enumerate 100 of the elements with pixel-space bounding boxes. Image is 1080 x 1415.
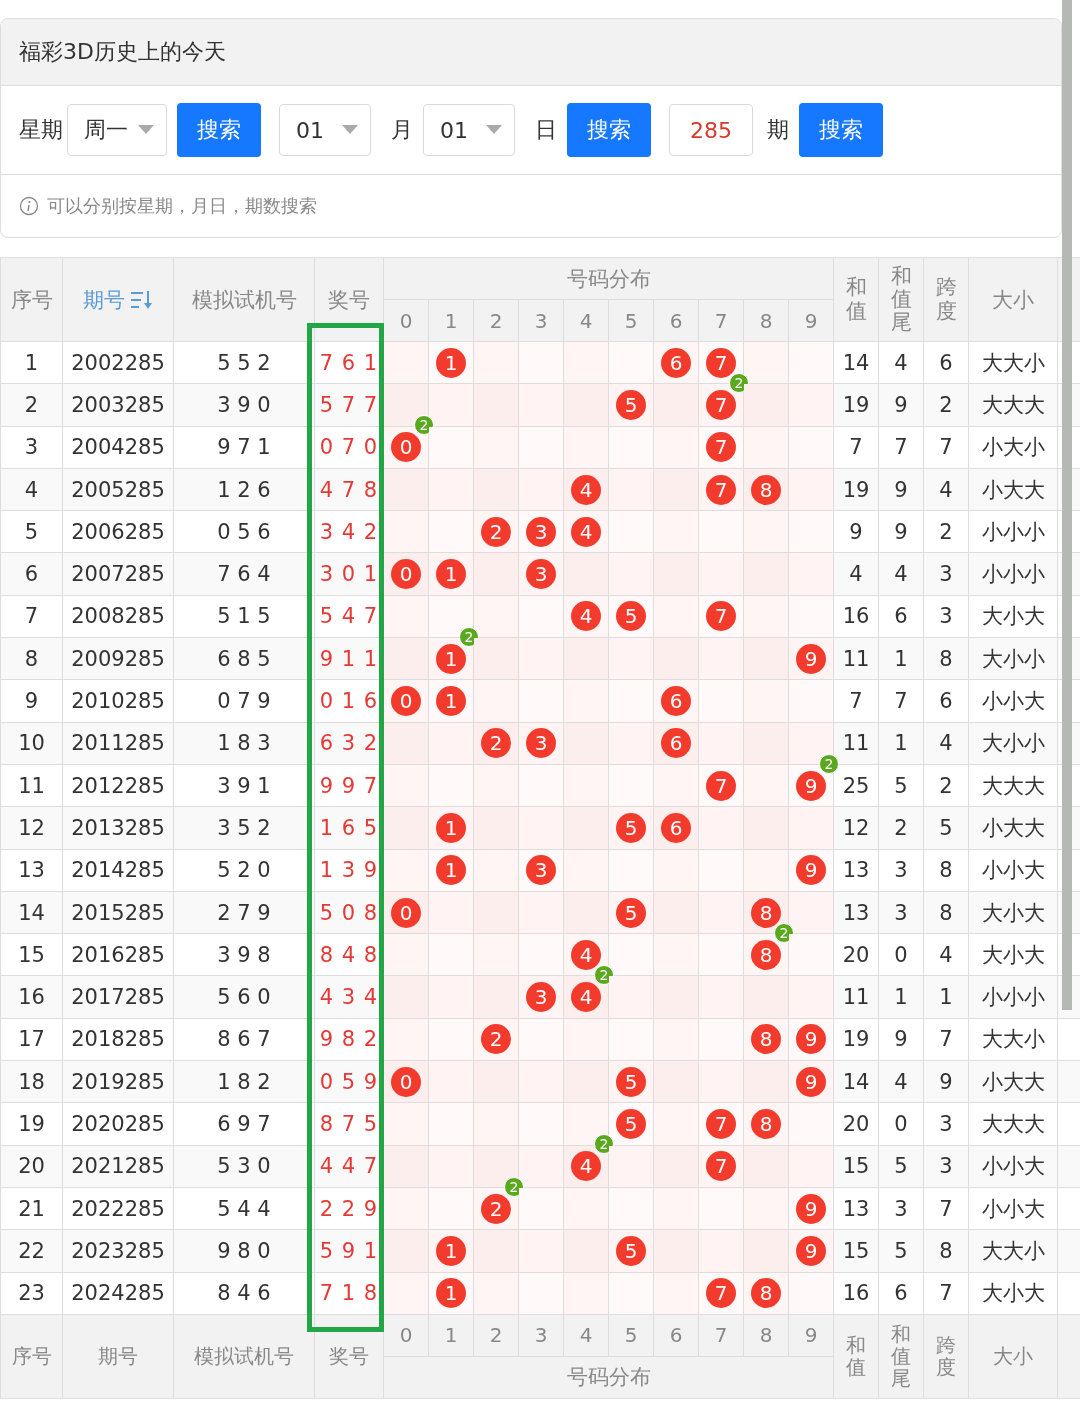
- dropdown-select[interactable]: 周一: [67, 104, 167, 156]
- table-cell: 3: [923, 595, 969, 638]
- table-cell: 小大大: [968, 806, 1058, 850]
- dropdown-select[interactable]: 01: [279, 104, 371, 156]
- field-label: 日: [535, 116, 557, 144]
- table-cell: 9: [0, 679, 63, 723]
- table-cell: 14: [833, 341, 879, 384]
- table-cell: 2010285: [62, 679, 174, 723]
- table-cell: 5 1 5: [173, 595, 315, 638]
- column-header: 3: [518, 299, 564, 342]
- table-cell: 2: [0, 383, 63, 427]
- number-ball: 5: [616, 1109, 646, 1139]
- table-cell: 19: [833, 1018, 879, 1061]
- input-field[interactable]: 285: [669, 104, 753, 156]
- table-cell: 大小大: [968, 891, 1058, 934]
- column-header: 序号: [0, 1314, 63, 1399]
- table-cell: 0 5 6: [173, 510, 315, 553]
- table-cell: 7: [923, 1272, 969, 1315]
- table-cell: 小小大: [968, 849, 1058, 892]
- table-cell: 7: [923, 1187, 969, 1230]
- number-ball: 2: [481, 728, 511, 759]
- table-cell: 9: [878, 1018, 924, 1061]
- column-header: 2: [473, 299, 519, 342]
- column-header: 和值: [833, 257, 879, 342]
- table-cell: 3: [878, 891, 924, 934]
- table-cell: 5: [923, 806, 969, 850]
- column-header: 期号: [62, 1314, 174, 1399]
- table-cell: 2 7 9: [173, 891, 315, 934]
- column-header: 和值尾: [878, 1314, 924, 1399]
- table-cell: 6 9 7: [173, 1102, 315, 1146]
- number-ball: 9: [796, 1235, 826, 1266]
- table-cell: 大小大: [968, 933, 1058, 976]
- dropdown-select[interactable]: 01: [423, 104, 515, 156]
- number-ball: 6: [661, 347, 691, 378]
- search-button[interactable]: 搜索: [567, 103, 651, 157]
- column-header: 跨度: [923, 257, 969, 342]
- column-header: 9: [788, 1314, 834, 1357]
- table-cell: 22: [0, 1229, 63, 1273]
- table-cell: 2023285: [62, 1229, 174, 1273]
- column-header: 和值: [833, 1314, 879, 1399]
- table-cell: 19: [0, 1102, 63, 1146]
- table-cell: 14: [0, 891, 63, 934]
- table-cell: 大小小: [968, 637, 1058, 680]
- number-ball: 1: [436, 1278, 466, 1309]
- column-header[interactable]: 期号: [83, 285, 125, 314]
- table-cell: 6: [923, 679, 969, 723]
- table-cell: 1: [923, 975, 969, 1019]
- table-cell: 7: [833, 426, 879, 469]
- scrollbar[interactable]: [1062, 0, 1072, 1010]
- number-ball: 7: [706, 770, 736, 801]
- number-ball: 1: [436, 347, 466, 378]
- search-button[interactable]: 搜索: [799, 103, 883, 157]
- table-cell: 大小小: [968, 722, 1058, 765]
- table-cell: 9: [833, 510, 879, 553]
- table-cell: 3 9 8: [173, 933, 315, 976]
- table-cell: 8: [923, 891, 969, 934]
- number-ball: 4: [571, 939, 601, 970]
- field-label: 月: [391, 116, 413, 144]
- table-cell: 3 5 2: [173, 806, 315, 850]
- table-cell: 小大小: [968, 426, 1058, 469]
- table-cell: 小大大: [968, 468, 1058, 511]
- number-ball: 6: [661, 728, 691, 759]
- table-cell: 11: [833, 637, 879, 680]
- table-cell: 10: [0, 722, 63, 765]
- table-cell: 4: [923, 468, 969, 511]
- table-cell: 2018285: [62, 1018, 174, 1061]
- table-cell: 5: [0, 510, 63, 553]
- table-cell: 4: [0, 468, 63, 511]
- column-header: 2: [473, 1314, 519, 1357]
- table-cell: 小小大: [968, 679, 1058, 723]
- table-cell: 16: [0, 975, 63, 1019]
- table-cell: 6: [0, 553, 63, 596]
- number-ball: 7: [706, 474, 736, 505]
- table-cell: 13: [833, 1187, 879, 1230]
- table-cell: 2021285: [62, 1145, 174, 1188]
- table-cell: 4: [878, 341, 924, 384]
- table-cell: 2006285: [62, 510, 174, 553]
- table-cell: 12: [833, 806, 879, 850]
- number-ball: 5: [616, 389, 646, 420]
- number-ball: 6: [661, 686, 691, 716]
- table-cell: 9: [923, 1060, 969, 1103]
- number-ball: 3: [526, 516, 556, 547]
- table-cell: 2002285: [62, 341, 174, 384]
- table-cell: 大大大: [968, 764, 1058, 807]
- search-button[interactable]: 搜索: [177, 103, 261, 157]
- table-cell: 19: [833, 468, 879, 511]
- table-cell: 2: [923, 383, 969, 427]
- table-cell: 7 6 4: [173, 553, 315, 596]
- table-cell: 3: [878, 1187, 924, 1230]
- table-cell: 5: [878, 764, 924, 807]
- table-cell: 13: [0, 849, 63, 892]
- table-cell: 25: [833, 764, 879, 807]
- column-header: 6: [653, 1314, 699, 1357]
- table-cell: 20: [833, 1102, 879, 1146]
- table-cell: 8: [923, 849, 969, 892]
- number-ball: 2: [481, 1024, 511, 1055]
- number-ball: 1: [436, 686, 466, 716]
- number-ball: 3: [526, 982, 556, 1013]
- table-cell: 2011285: [62, 722, 174, 765]
- table-cell: 1 2 6: [173, 468, 315, 511]
